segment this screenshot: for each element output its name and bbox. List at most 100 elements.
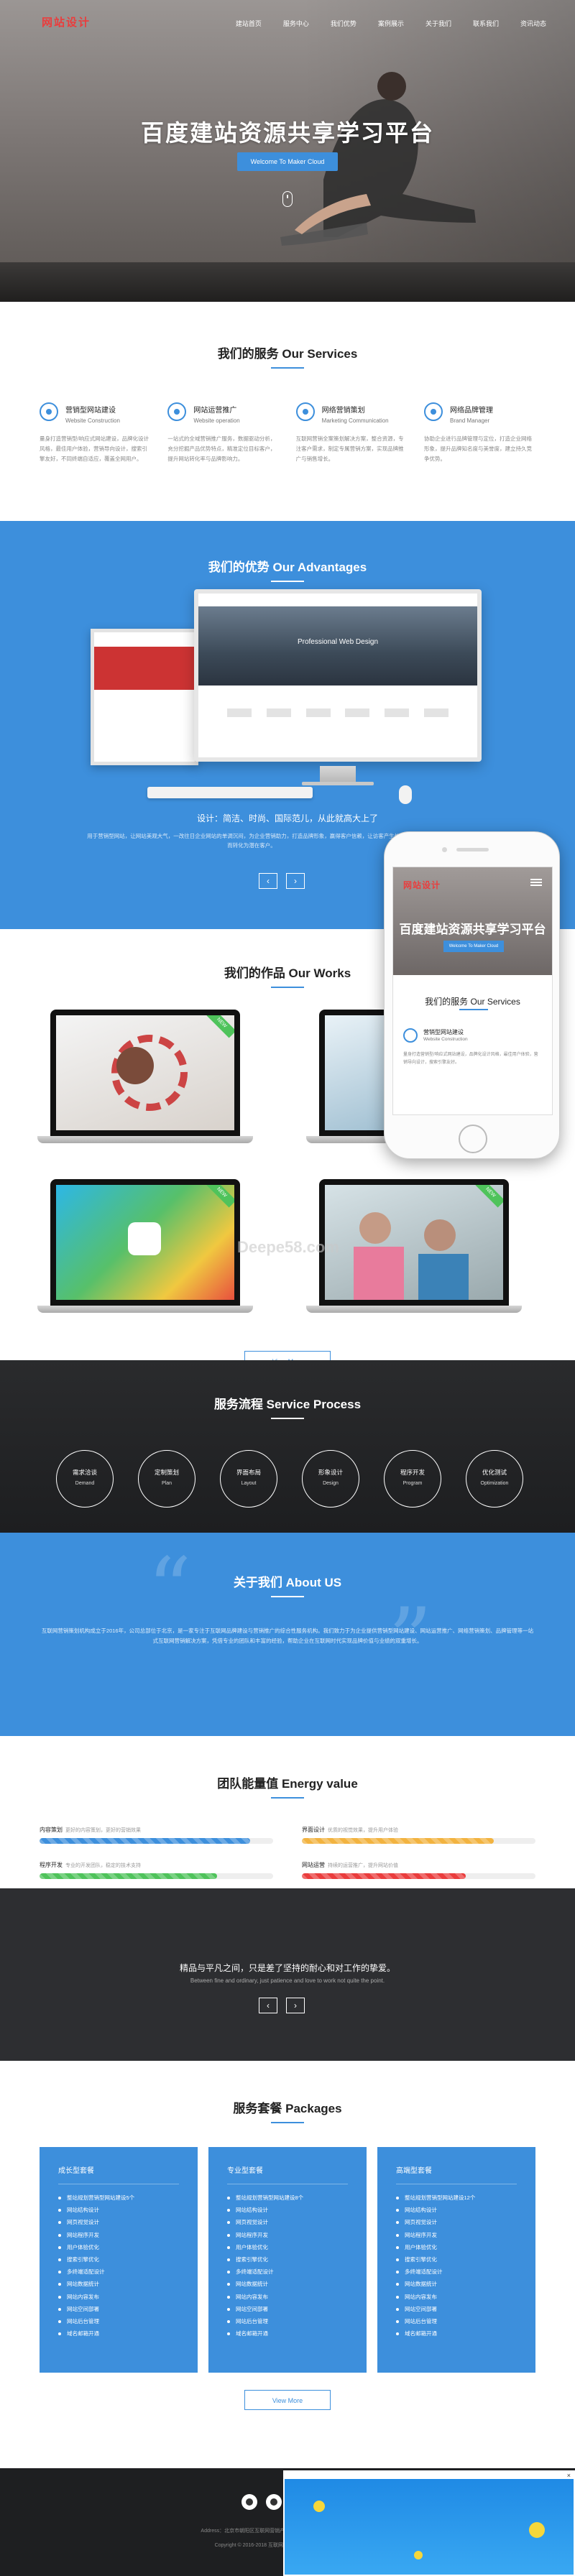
phone-service-en: Website Construction xyxy=(423,1037,468,1042)
service-card[interactable]: 营销型网站建设 Website Construction 量身打造营销型/响应式… xyxy=(40,402,151,464)
package-feature: 网站内容发布 xyxy=(58,2291,179,2303)
energy-bar: 内容策划 更好的内容策划，更好的营销效果 xyxy=(40,1826,273,1844)
service-name: 网站运营推广 xyxy=(193,407,237,415)
site-logo[interactable]: 网站设计 xyxy=(42,14,91,29)
service-card[interactable]: 网络品牌管理 Brand Manager 协助企业进行品牌管理与定位，打造企业网… xyxy=(423,402,535,464)
package-feature: 网站数据统计 xyxy=(396,2278,517,2290)
process-step[interactable]: 界面布局 Layout xyxy=(220,1450,277,1508)
nav-item-cases[interactable]: 案例展示 xyxy=(378,19,404,28)
process-step[interactable]: 形象设计 Design xyxy=(302,1450,359,1508)
hero-cta-button[interactable]: Welcome To Maker Cloud xyxy=(237,152,338,171)
wechat-icon[interactable] xyxy=(266,2494,282,2510)
process-section: 服务流程 Service Process 需求洽谈 Demand 定制策划 Plan… xyxy=(0,1360,575,1533)
step-name: 形象设计 xyxy=(318,1469,343,1476)
energy-bar-label: 界面设计 优质的视觉效果，提升用户体验 xyxy=(302,1827,398,1833)
package-feature: 搜索引擎优化 xyxy=(58,2253,179,2266)
process-step[interactable]: 优化测试 Optimization xyxy=(466,1450,523,1508)
package-feature: 用户体验优化 xyxy=(227,2241,348,2253)
package-feature: 网页视觉设计 xyxy=(227,2216,348,2228)
scroll-mouse-icon[interactable] xyxy=(282,191,293,207)
quote-section: 精品与平凡之间，只是差了坚持的耐心和对工作的挚爱。 Between fine a… xyxy=(0,1888,575,2061)
phone-title: 百度建站资源共享学习平台 xyxy=(399,923,546,936)
section-title: 关于我们 About US xyxy=(233,1576,342,1589)
mouse-image xyxy=(399,785,412,804)
chart-icon xyxy=(167,402,187,421)
nav-item-news[interactable]: 资讯动态 xyxy=(520,19,546,28)
about-text: 互联网营销策划机构成立于2016年，公司总部位于北京，是一家专注于互联网品牌建设… xyxy=(41,1628,534,1644)
service-card[interactable]: 网络营销策划 Marketing Communication 互联网营销全案策划… xyxy=(295,402,408,464)
nav-item-services[interactable]: 服务中心 xyxy=(283,19,309,28)
hero-title: 百度建站资源共享学习平台 xyxy=(140,120,434,146)
title-underline xyxy=(271,367,304,369)
nav-item-advantages[interactable]: 我们优势 xyxy=(331,19,356,28)
artwork-image xyxy=(111,1035,188,1111)
energy-bar-label: 网站运营 持续的运营推广，提升网站价值 xyxy=(302,1862,398,1868)
package-feature: 网页视觉设计 xyxy=(396,2216,517,2228)
energy-bar-fill xyxy=(302,1838,494,1844)
next-arrow-icon[interactable]: › xyxy=(286,1998,305,2013)
phone-service-name: 营销型网站建设 xyxy=(423,1029,464,1035)
energy-bar-track xyxy=(40,1838,273,1844)
fitness-image xyxy=(354,1212,469,1300)
package-feature: 网站空间部署 xyxy=(396,2303,517,2315)
package-feature: 多终端适配设计 xyxy=(396,2266,517,2278)
nav-item-home[interactable]: 建站首页 xyxy=(236,19,262,28)
new-ribbon: NEW xyxy=(206,1185,234,1208)
service-desc: 互联网营销全案策划解决方案，整合资源，专注客户需求，制定专属营销方案，实现品牌推… xyxy=(295,435,404,462)
service-name-en: Website Construction xyxy=(65,417,120,424)
close-icon[interactable]: × xyxy=(567,2472,571,2479)
nav-item-contact[interactable]: 联系我们 xyxy=(473,19,499,28)
work-item[interactable]: NEW xyxy=(37,1179,253,1323)
quote-text: 精品与平凡之间，只是差了坚持的耐心和对工作的挚爱。 xyxy=(179,1963,395,1973)
qq-icon[interactable] xyxy=(242,2494,257,2510)
package-feature: 网站空间部署 xyxy=(58,2303,179,2315)
energy-bar-track xyxy=(40,1873,273,1879)
process-step[interactable]: 定制策划 Plan xyxy=(138,1450,196,1508)
energy-bar: 程序开发 专业的开发团队，稳定的技术支持 xyxy=(40,1861,273,1879)
section-title: 团队能量值 Energy value xyxy=(217,1777,358,1791)
nav-item-about[interactable]: 关于我们 xyxy=(426,19,451,28)
phone-section-title: 我们的服务 Our Services xyxy=(425,997,520,1007)
step-name-en: Demand xyxy=(75,1481,95,1486)
compass-icon xyxy=(295,402,315,421)
package-card[interactable]: 成长型套餐 整站规划营销型网站建设5个 网站结构设计 网页视觉设计 网站程序开发 用户体验… xyxy=(40,2147,198,2373)
package-feature: 网站空间部署 xyxy=(227,2303,348,2315)
process-step[interactable]: 需求洽谈 Demand xyxy=(56,1450,114,1508)
work-item[interactable]: NEW xyxy=(37,1010,253,1153)
energy-bar-track xyxy=(302,1838,535,1844)
monitor-banner-text: Professional Web Design xyxy=(297,638,379,646)
package-feature: 网站结构设计 xyxy=(58,2204,179,2216)
prev-arrow-icon[interactable]: ‹ xyxy=(259,873,277,889)
package-feature: 网页视觉设计 xyxy=(58,2216,179,2228)
package-card[interactable]: 高端型套餐 整站规划营销型网站建设12个 网站结构设计 网页视觉设计 网站程序开发 用户体… xyxy=(377,2147,535,2373)
carousel-arrows: ‹ › xyxy=(254,873,309,889)
package-feature: 多终端适配设计 xyxy=(227,2266,348,2278)
next-arrow-icon[interactable]: › xyxy=(286,873,305,889)
energy-bar-fill xyxy=(40,1873,217,1879)
package-card[interactable]: 专业型套餐 整站规划营销型网站建设8个 网站结构设计 网页视觉设计 网站程序开发 用户体验… xyxy=(208,2147,367,2373)
service-card[interactable]: 网站运营推广 Website operation 一站式的全域营销推广服务，数据… xyxy=(167,402,279,464)
step-name-en: Optimization xyxy=(480,1481,509,1486)
process-step[interactable]: 程序开发 Program xyxy=(384,1450,441,1508)
packages-view-more-button[interactable]: View More xyxy=(244,2390,331,2410)
quote-arrows: ‹ › xyxy=(254,1998,309,2013)
step-name-en: Program xyxy=(402,1481,423,1486)
step-name: 定制策划 xyxy=(154,1469,179,1476)
phone-cta-button: Welcome To Maker Cloud xyxy=(443,941,504,952)
section-title: 我们的服务 Our Services xyxy=(217,347,358,361)
small-monitor-image xyxy=(91,629,198,765)
step-name: 需求洽谈 xyxy=(72,1469,97,1476)
phone-screen: 网站设计 百度建站资源共享学习平台 Welcome To Maker Cloud… xyxy=(392,867,553,1115)
top-nav: 网站设计 建站首页 服务中心 我们优势 案例展示 关于我们 联系我们 资讯动态 xyxy=(0,0,575,46)
package-feature: 网站后台管理 xyxy=(227,2315,348,2327)
package-feature: 域名邮箱开通 xyxy=(227,2327,348,2340)
package-feature: 网站程序开发 xyxy=(396,2229,517,2241)
floating-ad-panel[interactable]: × xyxy=(283,2470,575,2576)
package-feature: 整站规划营销型网站建设12个 xyxy=(396,2192,517,2204)
step-name: 程序开发 xyxy=(400,1469,425,1476)
prev-arrow-icon[interactable]: ‹ xyxy=(259,1998,277,2013)
energy-bar: 网站运营 持续的运营推广，提升网站价值 xyxy=(302,1861,535,1879)
phone-logo: 网站设计 xyxy=(403,880,441,890)
package-feature: 网站内容发布 xyxy=(396,2291,517,2303)
step-name-en: Layout xyxy=(241,1481,257,1486)
